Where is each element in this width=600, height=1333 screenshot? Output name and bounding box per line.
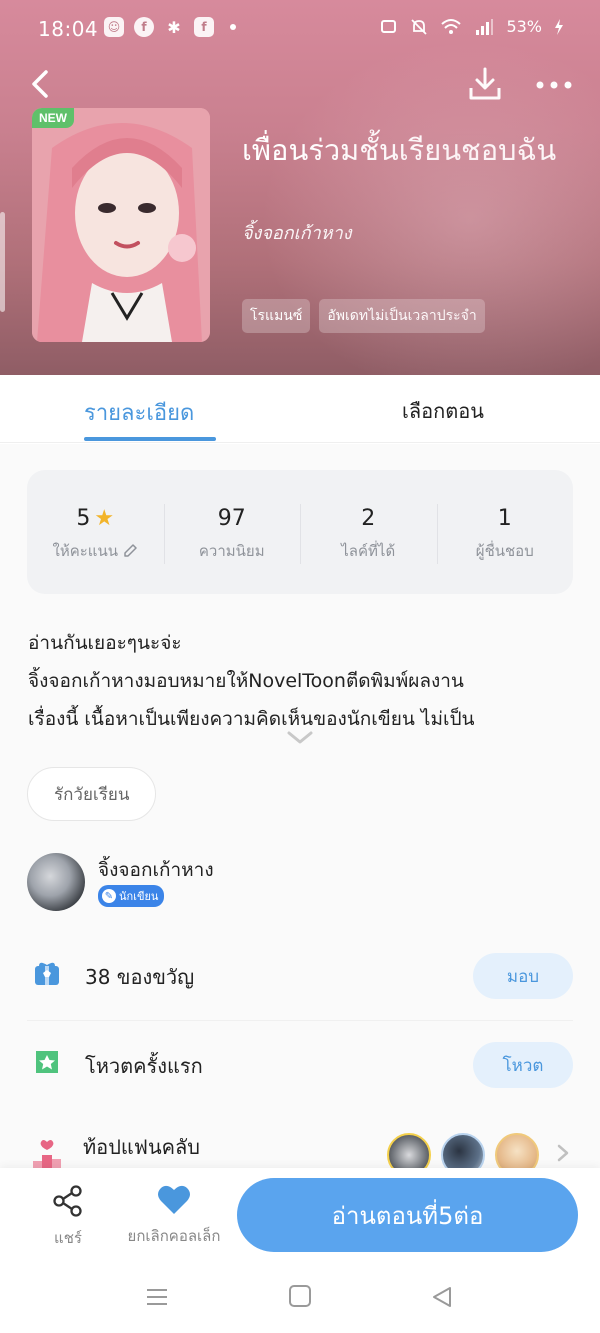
stat-rating-label-wrap: ให้คะแนน [53,539,138,563]
status-notification-icons: ☺ f ✱ f [104,17,236,37]
notification-app-icon: ☺ [104,17,124,37]
book-description[interactable]: อ่านกันเยอะๆนะจ่ะ จิ้งจอกเก้าหางมอบหมายใ… [28,624,573,738]
stat-fans-value: 1 [497,506,512,531]
more-notifications-dot [230,24,236,30]
stat-rating-value: 5 [76,506,91,531]
stat-rating[interactable]: 5 ★ ให้คะแนน [27,470,164,594]
gift-icon [35,962,59,985]
cover-illustration [32,108,210,342]
signal-icon [476,18,494,35]
back-triangle-icon[interactable] [430,1285,454,1309]
remove-collection-label: ยกเลิกคอลเล็ก [127,1227,221,1245]
top-fans-label: ท้อปแฟนคลับ [83,1135,200,1159]
system-navigation-bar [0,1263,600,1333]
stat-rating-label: ให้คะแนน [52,542,118,560]
stat-fans-label: ผู้ชื่นชอบ [475,542,534,560]
expand-chevron-icon[interactable] [286,728,314,748]
writer-name[interactable]: จิ้งจอกเก้าหาง [98,855,214,885]
recent-apps-icon[interactable] [145,1285,169,1309]
podium-icon [33,1140,61,1169]
stat-popularity-label: ความนิยม [198,542,265,560]
pencil-icon [124,544,137,557]
gift-row: 38 ของขวัญ มอบ [27,945,573,1009]
share-button[interactable]: แชร์ [40,1184,96,1250]
share-label: แชร์ [54,1229,82,1247]
download-icon[interactable] [465,64,505,104]
book-cover-image[interactable] [32,108,210,342]
stat-popularity: 97 ความนิยม [163,470,301,594]
writer-badge: ✎ นักเขียน [98,885,165,907]
give-gift-button[interactable]: มอบ [473,953,573,999]
edge-grip [0,212,5,312]
genre-chip[interactable]: รักวัยเรียน [27,767,157,821]
back-icon[interactable] [22,64,62,104]
description-line: อ่านกันเยอะๆนะจ่ะ [28,632,182,654]
battery-level: 53% [506,17,542,36]
bottom-action-bar: แชร์ ยกเลิกคอลเล็ก อ่านตอนที่5ต่อ [0,1168,600,1263]
chevron-right-icon[interactable] [555,1143,571,1163]
gift-count: 38 ของขวัญ [85,965,195,989]
new-badge: NEW [32,108,74,128]
vote-ticket-icon [36,1051,58,1073]
divider [27,1020,573,1021]
wifi-icon [441,18,462,34]
description-line: จิ้งจอกเก้าหางมอบหมายให้NovelToonตีดพิมพ… [28,670,464,692]
status-time: 18:04 [38,17,99,41]
stat-popularity-value: 97 [217,506,246,531]
book-tags: โรแมนซ์ อัพเดทไม่เป็นเวลาประจำ [242,299,485,333]
share-icon [53,1185,82,1217]
tag-genre[interactable]: โรแมนซ์ [242,299,311,333]
mute-icon [411,18,428,35]
stats-card: 5 ★ ให้คะแนน 97 ความนิยม 2 ไลค์ที่ได้ 1 … [27,470,573,594]
heart-icon [158,1185,190,1214]
detail-tabs: รายละเอียด เลือกตอน [0,375,600,443]
writer-avatar[interactable] [27,853,85,911]
book-title: เพื่อนร่วมชั้นเรียนชอบฉัน [242,133,557,167]
facebook-icon: f [134,17,154,37]
pinwheel-icon: ✱ [167,17,181,37]
tag-update-status[interactable]: อัพเดทไม่เป็นเวลาประจำ [319,299,485,333]
facebook-page-icon: f [194,17,214,37]
star-icon: ★ [94,506,115,531]
home-icon[interactable] [289,1285,311,1307]
pen-nib-icon: ✎ [102,889,116,903]
tab-episodes[interactable]: เลือกตอน [402,395,484,427]
status-system-icons: 53% [380,17,564,36]
stat-likes-value: 2 [361,506,376,531]
vote-button[interactable]: โหวต [473,1042,573,1088]
book-header: 18:04 ☺ f ✱ f 53% NEW เพื่อนร่วมชั้นเรีย… [0,0,600,375]
active-tab-indicator [84,437,216,441]
stat-rating-value-wrap: 5 ★ [76,506,114,531]
vote-label: โหวตครั้งแรก [85,1054,203,1078]
top-app-bar [0,62,600,106]
book-author[interactable]: จิ้งจอกเก้าหาง [242,218,352,247]
writer-profile[interactable]: จิ้งจอกเก้าหาง ✎ นักเขียน [27,853,573,911]
vote-row: โหวตครั้งแรก โหวต [27,1034,573,1098]
stat-fans: 1 ผู้ชื่นชอบ [436,470,574,594]
stat-likes: 2 ไลค์ที่ได้ [300,470,437,594]
writer-badge-label: นักเขียน [119,890,159,903]
battery-charging-icon [555,18,563,35]
stat-likes-label: ไลค์ที่ได้ [341,542,396,560]
status-bar: 18:04 ☺ f ✱ f 53% [0,0,600,60]
continue-reading-button[interactable]: อ่านตอนที่5ต่อ [237,1178,578,1252]
remove-from-collection-button[interactable]: ยกเลิกคอลเล็ก [118,1184,230,1248]
tab-details[interactable]: รายละเอียด [84,395,194,430]
cast-icon [381,19,397,33]
more-options-icon[interactable] [530,64,578,104]
